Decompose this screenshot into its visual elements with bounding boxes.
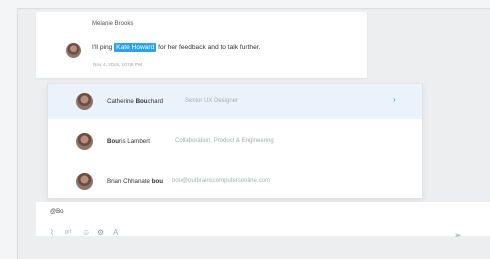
gif-icon[interactable]: ᵍⁱᶠ <box>65 228 71 237</box>
message-timestamp: Nov 4, 2019, 10:05 PM <box>93 63 143 68</box>
suggestion-name: Brian Chhanate bou <box>107 178 164 185</box>
message-mention[interactable]: Kate Howard <box>114 43 157 52</box>
emoji-icon[interactable]: ☺ <box>82 228 90 237</box>
suggestion-name: Bouris Lambert <box>107 138 150 145</box>
text-format-icon[interactable]: A <box>113 228 118 237</box>
message-author: Melanie Brooks <box>92 21 134 27</box>
suggestion-avatar <box>76 173 93 190</box>
suggestion-avatar <box>76 93 93 110</box>
composer-input[interactable]: @Bo <box>50 209 63 215</box>
message-text-after: for her feedback and to talk further. <box>158 44 261 51</box>
message-text: I'll ping Kate Howard for her feedback a… <box>92 43 261 52</box>
suggestion-avatar <box>76 133 93 150</box>
mention-suggestions-dropdown: Catherine Bouchard Senior UX Designer › … <box>47 83 423 199</box>
suggestion-name: Catherine Bouchard <box>107 98 164 105</box>
suggestion-detail: Collaboration, Product & Engineering <box>175 138 274 144</box>
message-text-before: I'll ping <box>92 44 113 51</box>
send-icon[interactable]: ➢ <box>454 230 462 241</box>
mention-suggestion-item[interactable]: Catherine Bouchard Senior UX Designer › <box>48 84 422 119</box>
chevron-right-icon: › <box>393 95 396 104</box>
author-avatar <box>66 43 81 58</box>
chat-window: Melanie Brooks I'll ping Kate Howard for… <box>17 8 490 259</box>
mention-suggestion-item[interactable]: Brian Chhanate bou bou@outbrainscomputer… <box>48 164 422 199</box>
mention-suggestion-item[interactable]: Bouris Lambert Collaboration, Product & … <box>48 124 422 159</box>
paperclip-icon[interactable]: ⌇ <box>50 228 54 237</box>
message-card: Melanie Brooks I'll ping Kate Howard for… <box>36 12 367 78</box>
suggestion-detail: Senior UX Designer <box>185 98 239 104</box>
settings-icon[interactable]: ⚙ <box>97 228 104 237</box>
suggestion-detail: bou@outbrainscomputersonline.com <box>172 178 270 184</box>
